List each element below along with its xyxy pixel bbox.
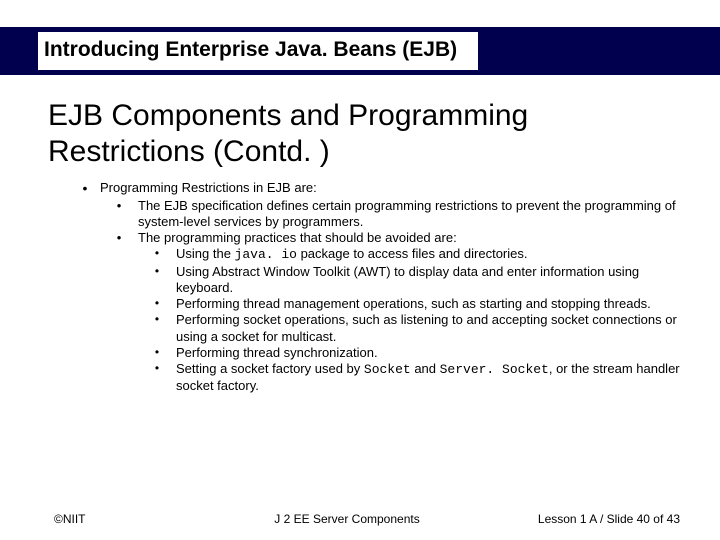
bullet-text: The EJB specification defines certain pr… xyxy=(138,198,690,231)
disc-bullet-icon: • xyxy=(100,230,138,246)
bullet-text: Using Abstract Window Toolkit (AWT) to d… xyxy=(176,264,690,297)
bullet-text: Performing thread management operations,… xyxy=(176,296,690,312)
disc-bullet-icon: • xyxy=(138,246,176,261)
footer: ©NIIT J 2 EE Server Components Lesson 1 … xyxy=(54,512,680,526)
footer-copyright: ©NIIT xyxy=(54,512,214,526)
text-frag: Using the xyxy=(176,246,235,261)
footer-pagination: Lesson 1 A / Slide 40 of 43 xyxy=(480,512,680,526)
footer-subject: J 2 EE Server Components xyxy=(214,512,480,526)
disc-bullet-icon: • xyxy=(70,180,100,198)
text-frag: package to access files and directories. xyxy=(297,246,528,261)
code-frag: Server. Socket xyxy=(440,362,549,377)
bullet-lvl3: • Performing thread management operation… xyxy=(138,296,690,312)
disc-bullet-icon: • xyxy=(138,345,176,360)
disc-bullet-icon: • xyxy=(138,296,176,311)
bullet-text: The programming practices that should be… xyxy=(138,230,690,246)
disc-bullet-icon: • xyxy=(138,264,176,279)
text-frag: Setting a socket factory used by xyxy=(176,361,364,376)
bullet-text: Performing socket operations, such as li… xyxy=(176,312,690,345)
disc-bullet-icon: • xyxy=(138,361,176,376)
page-title: EJB Components and Programming Restricti… xyxy=(48,98,680,170)
disc-bullet-icon: • xyxy=(100,198,138,214)
code-frag: Socket xyxy=(364,362,411,377)
bullet-lvl3: • Performing socket operations, such as … xyxy=(138,312,690,345)
code-frag: java. io xyxy=(235,247,297,262)
slide: Introducing Enterprise Java. Beans (EJB)… xyxy=(0,0,720,540)
bullet-lvl1: • Programming Restrictions in EJB are: xyxy=(70,180,690,198)
bullet-text: Programming Restrictions in EJB are: xyxy=(100,180,690,196)
bullet-lvl2: • The programming practices that should … xyxy=(100,230,690,246)
bullet-text: Setting a socket factory used by Socket … xyxy=(176,361,690,395)
header-title: Introducing Enterprise Java. Beans (EJB) xyxy=(44,38,457,62)
bullet-text: Using the java. io package to access fil… xyxy=(176,246,690,263)
bullet-text: Performing thread synchronization. xyxy=(176,345,690,361)
bullet-lvl3: • Performing thread synchronization. xyxy=(138,345,690,361)
bullet-lvl3: • Using Abstract Window Toolkit (AWT) to… xyxy=(138,264,690,297)
disc-bullet-icon: • xyxy=(138,312,176,327)
bullet-lvl3: • Using the java. io package to access f… xyxy=(138,246,690,263)
text-frag: and xyxy=(411,361,440,376)
bullet-lvl3: • Setting a socket factory used by Socke… xyxy=(138,361,690,395)
content-body: • Programming Restrictions in EJB are: •… xyxy=(70,180,690,395)
bullet-lvl2: • The EJB specification defines certain … xyxy=(100,198,690,231)
